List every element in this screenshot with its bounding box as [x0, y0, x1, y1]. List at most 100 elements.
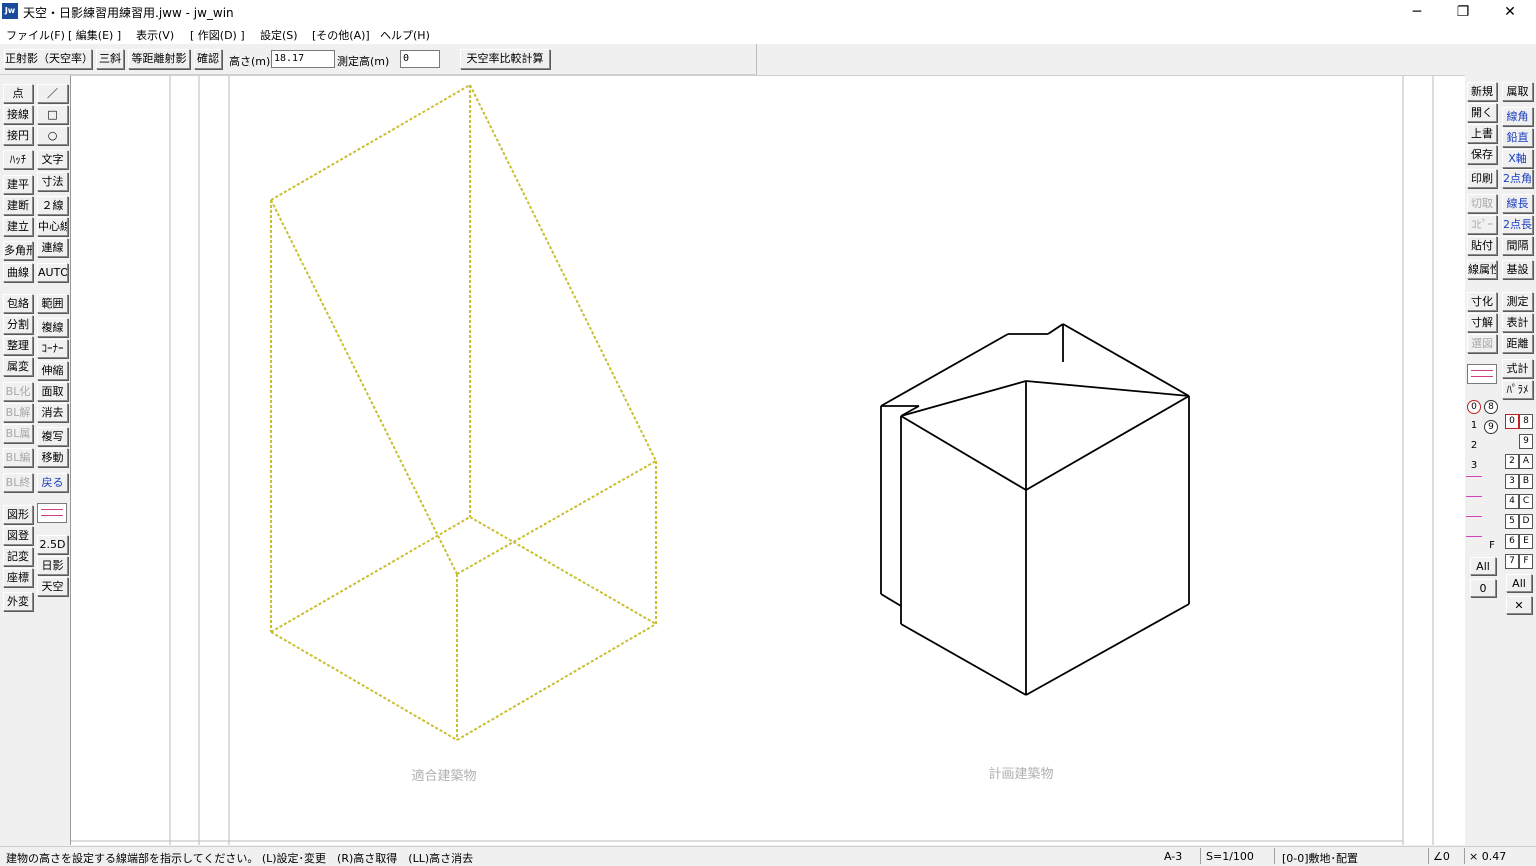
tool-right2-5[interactable]: 線長 [1502, 194, 1533, 213]
layer-all-button[interactable]: All [1506, 574, 1532, 592]
tool-left1-1[interactable]: 接線 [3, 105, 33, 124]
layer-button-8[interactable]: C [1519, 494, 1533, 509]
tool-left2-3[interactable]: 文字 [37, 150, 68, 169]
tool-left1-3[interactable]: ﾊｯﾁ [3, 150, 33, 169]
status-angle[interactable]: ∠0 [1433, 850, 1450, 863]
orthographic-projection-button[interactable]: 正射影（天空率） [4, 49, 92, 69]
layer-button-14[interactable]: F [1519, 554, 1533, 569]
tool-right1-6[interactable]: ｺﾋﾟｰ [1467, 215, 1497, 234]
tool-right1-8[interactable]: 線属性 [1467, 260, 1497, 279]
layer-group-1[interactable]: 1 [1466, 418, 1482, 435]
layer-button-12[interactable]: E [1519, 534, 1533, 549]
tool-left1-10[interactable]: 分割 [3, 315, 33, 334]
tool-left1-13[interactable]: BL化 [3, 382, 33, 401]
layer-group-zero-button[interactable]: 0 [1470, 579, 1496, 597]
confirm-button[interactable]: 確認 [194, 49, 222, 69]
tool-right2-1[interactable]: 線角 [1502, 107, 1533, 126]
tool-right2-10[interactable]: 表計 [1502, 313, 1533, 332]
layer-group-f[interactable]: F [1484, 538, 1500, 555]
tool-right1-5[interactable]: 切取 [1467, 194, 1497, 213]
tool-right2-13[interactable]: ﾊﾟﾗﾒ [1502, 380, 1533, 399]
tool-right2-4[interactable]: 2点角 [1502, 169, 1533, 188]
tool-left2-15[interactable]: 複写 [37, 427, 68, 446]
layer-button-4[interactable]: A [1519, 454, 1533, 469]
tool-left2-6[interactable]: 中心線 [37, 217, 68, 236]
tool-right1-10[interactable]: 寸解 [1467, 313, 1497, 332]
tool-left1-21[interactable]: 座標 [3, 568, 33, 587]
status-zoom[interactable]: × 0.47 [1469, 850, 1506, 863]
tool-left2-20[interactable]: 天空 [37, 577, 68, 596]
tool-left1-0[interactable]: 点 [3, 84, 33, 103]
compliant-building[interactable] [270, 84, 657, 741]
tool-left2-0[interactable]: ／ [37, 84, 68, 103]
layer-clear-button[interactable]: ✕ [1506, 596, 1532, 614]
tool-right2-11[interactable]: 距離 [1502, 334, 1533, 353]
tool-left2-16[interactable]: 移動 [37, 448, 68, 467]
tool-right1-9[interactable]: 寸化 [1467, 292, 1497, 311]
tool-left2-2[interactable]: ○ [37, 126, 68, 145]
menu-draw[interactable]: [ 作図(D) ] [190, 27, 245, 43]
layer-button-9[interactable]: 5 [1505, 514, 1519, 529]
measure-height-input[interactable]: 0 [400, 50, 440, 68]
sankaku-button[interactable]: 三斜 [96, 49, 124, 69]
layer-button-0[interactable]: 0 [1505, 414, 1519, 429]
tool-left1-17[interactable]: BL終 [3, 473, 33, 492]
tool-left1-7[interactable]: 多角形 [3, 241, 33, 260]
restore-button[interactable]: ❐ [1440, 0, 1486, 24]
line-type-swatch[interactable] [37, 503, 67, 523]
layer-group-8[interactable]: 8 [1484, 400, 1498, 414]
tool-left2-7[interactable]: 連線 [37, 238, 68, 257]
menu-file[interactable]: ファイル(F) [6, 27, 65, 43]
equidistant-projection-button[interactable]: 等距離射影 [128, 49, 190, 69]
tool-left1-18[interactable]: 図形 [3, 505, 33, 524]
tool-right1-11[interactable]: 選図 [1467, 334, 1497, 353]
tool-left1-2[interactable]: 接円 [3, 126, 33, 145]
tool-right1-4[interactable]: 印刷 [1467, 169, 1497, 188]
tool-right2-3[interactable]: X軸 [1502, 149, 1533, 168]
menu-other[interactable]: [その他(A)] [312, 27, 370, 43]
tool-left2-17[interactable]: 戻る [37, 473, 68, 492]
tool-right2-7[interactable]: 間隔 [1502, 236, 1533, 255]
tool-left2-1[interactable]: □ [37, 105, 68, 124]
tool-left1-20[interactable]: 記変 [3, 547, 33, 566]
tool-right2-2[interactable]: 鉛直 [1502, 128, 1533, 147]
tool-right1-3[interactable]: 保存 [1467, 145, 1497, 164]
tool-left1-22[interactable]: 外変 [3, 592, 33, 611]
tool-right2-8[interactable]: 基設 [1502, 260, 1533, 279]
status-paper-size[interactable]: A-3 [1164, 850, 1182, 863]
planned-building[interactable] [880, 323, 1190, 696]
layer-group-0[interactable]: 0 [1467, 400, 1481, 414]
tool-right1-2[interactable]: 上書 [1467, 124, 1497, 143]
layer-button-13[interactable]: 7 [1505, 554, 1519, 569]
menu-view[interactable]: 表示(V) [136, 27, 174, 43]
layer-button-3[interactable]: 2 [1505, 454, 1519, 469]
tool-left1-6[interactable]: 建立 [3, 217, 33, 236]
tool-left1-15[interactable]: BL属 [3, 424, 33, 443]
menu-help[interactable]: ヘルプ(H) [380, 27, 430, 43]
close-button[interactable]: ✕ [1487, 0, 1533, 24]
layer-group-all-button[interactable]: All [1470, 557, 1496, 575]
tool-left2-5[interactable]: ２線 [37, 196, 68, 215]
layer-button-6[interactable]: B [1519, 474, 1533, 489]
line-color-swatch[interactable] [1467, 364, 1497, 384]
tool-right2-9[interactable]: 測定 [1502, 292, 1533, 311]
tool-left1-11[interactable]: 整理 [3, 336, 33, 355]
layer-group-9[interactable]: 9 [1484, 420, 1498, 434]
layer-button-5[interactable]: 3 [1505, 474, 1519, 489]
tool-left2-19[interactable]: 日影 [37, 556, 68, 575]
tool-left1-12[interactable]: 属変 [3, 357, 33, 376]
tool-left1-4[interactable]: 建平 [3, 175, 33, 194]
tool-left1-5[interactable]: 建断 [3, 196, 33, 215]
tool-left1-8[interactable]: 曲線 [3, 263, 33, 282]
tool-right2-6[interactable]: 2点長 [1502, 215, 1533, 234]
tool-left2-10[interactable]: 複線 [37, 318, 68, 337]
height-input[interactable]: 18.17 [271, 50, 335, 68]
tool-right1-0[interactable]: 新規 [1467, 82, 1497, 101]
tool-left2-9[interactable]: 範囲 [37, 294, 68, 313]
tool-left1-19[interactable]: 図登 [3, 526, 33, 545]
layer-group-3[interactable]: 3 [1466, 458, 1482, 475]
menu-edit[interactable]: [ 編集(E) ] [68, 27, 121, 43]
status-scale[interactable]: S=1/100 [1206, 850, 1254, 863]
sky-ratio-compare-button[interactable]: 天空率比較計算 [460, 49, 550, 69]
tool-left2-12[interactable]: 伸縮 [37, 361, 68, 380]
